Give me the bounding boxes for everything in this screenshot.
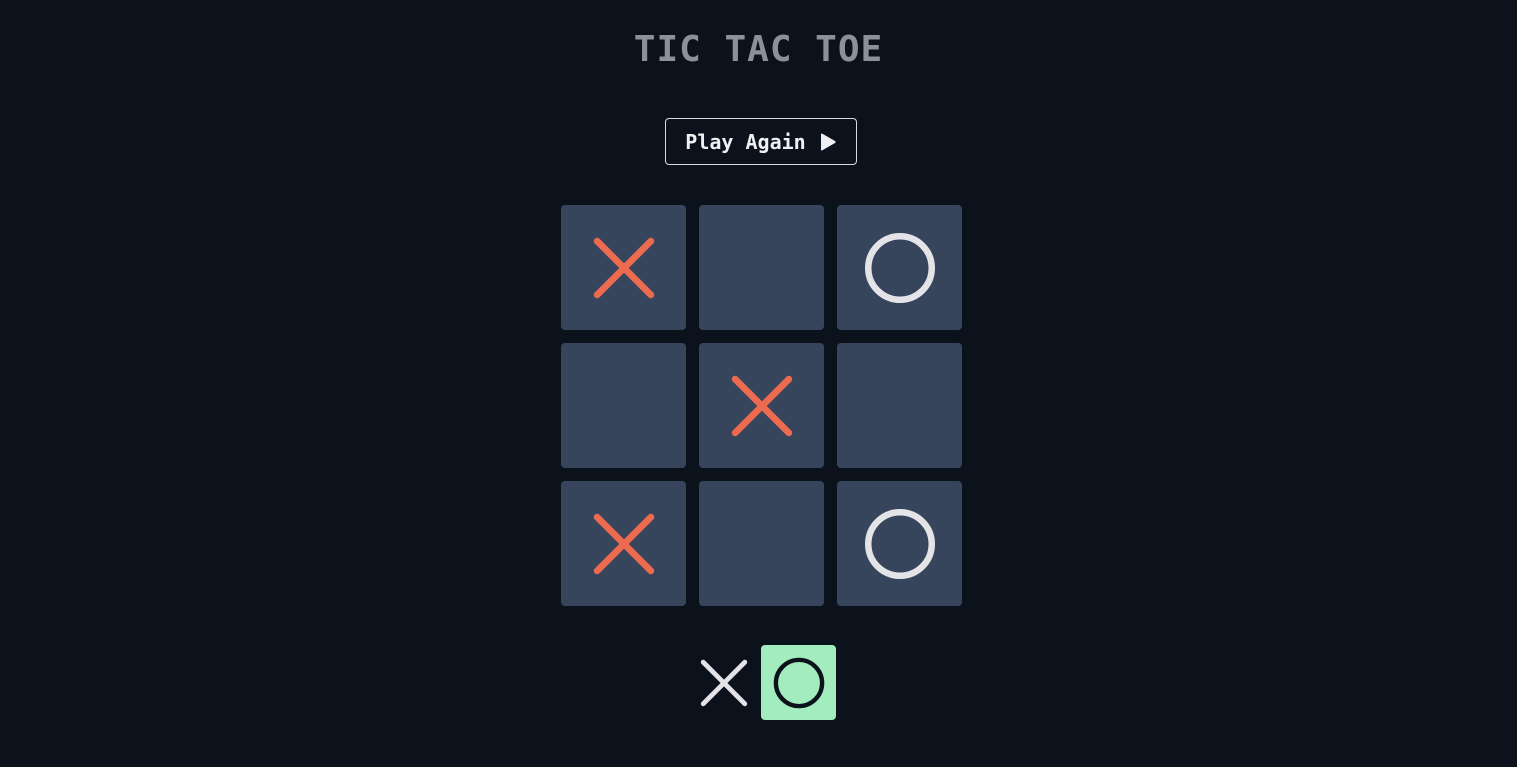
o-mark-icon bbox=[773, 657, 824, 708]
turn-indicator bbox=[686, 645, 836, 720]
game-title: TIC TAC TOE bbox=[633, 29, 884, 70]
game-board bbox=[561, 205, 962, 606]
board-cell-1-1[interactable] bbox=[561, 205, 686, 330]
o-mark-icon bbox=[864, 232, 935, 303]
o-mark-icon bbox=[864, 508, 935, 579]
board-cell-1-3[interactable] bbox=[837, 205, 962, 330]
game-page: TIC TAC TOE Play Again bbox=[0, 0, 1517, 767]
play-again-label: Play Again bbox=[685, 129, 806, 154]
board-cell-2-3[interactable] bbox=[837, 343, 962, 468]
play-again-button[interactable]: Play Again bbox=[665, 118, 857, 165]
x-mark-icon bbox=[700, 659, 747, 706]
x-mark-icon bbox=[731, 375, 792, 436]
board-cell-2-2[interactable] bbox=[699, 343, 824, 468]
board-cell-1-2[interactable] bbox=[699, 205, 824, 330]
board-cell-2-1[interactable] bbox=[561, 343, 686, 468]
turn-x bbox=[686, 645, 761, 720]
turn-o-active bbox=[761, 645, 836, 720]
board-cell-3-1[interactable] bbox=[561, 481, 686, 606]
x-mark-icon bbox=[593, 513, 654, 574]
x-mark-icon bbox=[593, 237, 654, 298]
board-cell-3-2[interactable] bbox=[699, 481, 824, 606]
play-icon bbox=[820, 133, 836, 150]
board-cell-3-3[interactable] bbox=[837, 481, 962, 606]
